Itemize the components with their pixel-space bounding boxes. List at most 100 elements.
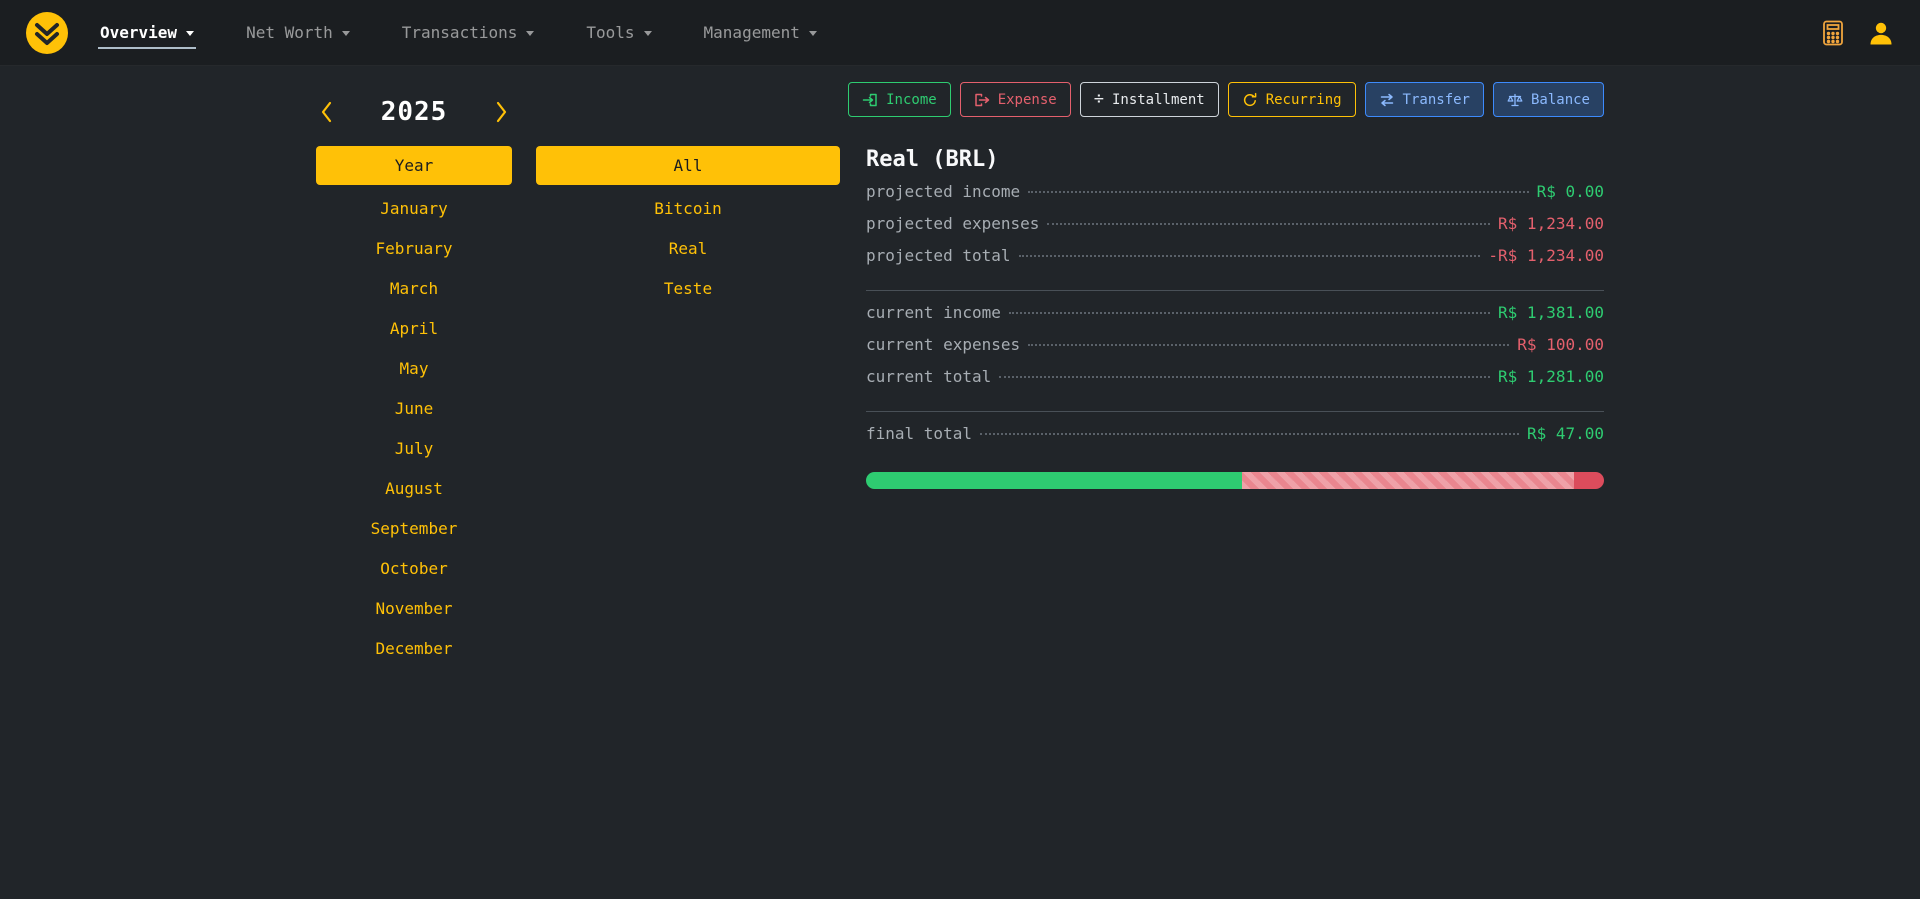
section-divider bbox=[866, 411, 1604, 412]
dot-leader bbox=[1019, 255, 1481, 257]
year-label: 2025 bbox=[381, 97, 448, 127]
row-value: R$ 1,234.00 bbox=[1498, 214, 1604, 233]
nav-management-label: Management bbox=[704, 23, 800, 42]
transaction-filter-row: Income Expense ÷ Installment Recurring bbox=[866, 82, 1604, 117]
period-selector: 2025 Year January February March April M… bbox=[316, 66, 512, 669]
row-value: R$ 1,381.00 bbox=[1498, 303, 1604, 322]
installment-filter-button[interactable]: ÷ Installment bbox=[1080, 82, 1219, 117]
month-december[interactable]: December bbox=[316, 629, 512, 669]
expense-filter-label: Expense bbox=[998, 92, 1057, 108]
row-label: projected expenses bbox=[866, 214, 1039, 233]
chevron-down-icon bbox=[526, 31, 534, 36]
current-income-row: current income R$ 1,381.00 bbox=[866, 303, 1604, 335]
prev-year-button[interactable] bbox=[318, 99, 335, 125]
month-may[interactable]: May bbox=[316, 349, 512, 389]
month-february[interactable]: February bbox=[316, 229, 512, 269]
nav-overview-label: Overview bbox=[100, 23, 177, 42]
projected-income-row: projected income R$ 0.00 bbox=[866, 182, 1604, 214]
month-september[interactable]: September bbox=[316, 509, 512, 549]
chevron-down-icon bbox=[644, 31, 652, 36]
next-year-button[interactable] bbox=[493, 99, 510, 125]
installment-filter-label: Installment bbox=[1112, 92, 1205, 108]
row-value: R$ 47.00 bbox=[1527, 424, 1604, 443]
summary-rows: projected income R$ 0.00 projected expen… bbox=[866, 182, 1604, 456]
projected-total-row: projected total -R$ 1,234.00 bbox=[866, 246, 1604, 278]
chevron-left-icon bbox=[320, 101, 333, 123]
row-label: projected total bbox=[866, 246, 1011, 265]
account-bitcoin[interactable]: Bitcoin bbox=[536, 189, 840, 229]
chevron-down-icon bbox=[186, 31, 194, 36]
nav-overview[interactable]: Overview bbox=[98, 17, 196, 49]
month-june[interactable]: June bbox=[316, 389, 512, 429]
balance-scale-icon bbox=[1507, 92, 1523, 108]
summary-title: Real (BRL) bbox=[866, 147, 1604, 172]
nav-net-worth[interactable]: Net Worth bbox=[244, 17, 352, 49]
budget-progress-bar bbox=[866, 472, 1604, 489]
dot-leader bbox=[1009, 312, 1490, 314]
nav-transactions-label: Transactions bbox=[402, 23, 518, 42]
row-value: R$ 0.00 bbox=[1537, 182, 1604, 201]
recurring-filter-button[interactable]: Recurring bbox=[1228, 82, 1356, 117]
dot-leader bbox=[1028, 191, 1528, 193]
month-august[interactable]: August bbox=[316, 469, 512, 509]
row-value: R$ 1,281.00 bbox=[1498, 367, 1604, 386]
nav-tools[interactable]: Tools bbox=[584, 17, 653, 49]
expense-filter-button[interactable]: Expense bbox=[960, 82, 1071, 117]
dot-leader bbox=[1028, 344, 1509, 346]
month-april[interactable]: April bbox=[316, 309, 512, 349]
account-list: Bitcoin Real Teste bbox=[536, 189, 840, 309]
year-button[interactable]: Year bbox=[316, 146, 512, 185]
nav-transactions[interactable]: Transactions bbox=[400, 17, 537, 49]
row-label: current total bbox=[866, 367, 991, 386]
account-selector: All Bitcoin Real Teste bbox=[536, 66, 840, 669]
transfer-filter-label: Transfer bbox=[1403, 92, 1470, 108]
month-march[interactable]: March bbox=[316, 269, 512, 309]
box-arrow-in-icon bbox=[862, 92, 878, 108]
section-divider bbox=[866, 290, 1604, 291]
month-november[interactable]: November bbox=[316, 589, 512, 629]
repeat-icon bbox=[1242, 92, 1258, 108]
division-icon: ÷ bbox=[1094, 91, 1104, 108]
dot-leader bbox=[999, 376, 1490, 378]
brand-logo[interactable] bbox=[26, 12, 68, 54]
balance-filter-button[interactable]: Balance bbox=[1493, 82, 1604, 117]
transfer-filter-button[interactable]: Transfer bbox=[1365, 82, 1484, 117]
balance-filter-label: Balance bbox=[1531, 92, 1590, 108]
projected-expenses-row: projected expenses R$ 1,234.00 bbox=[866, 214, 1604, 246]
double-chevron-down-logo bbox=[26, 12, 68, 54]
nav-net-worth-label: Net Worth bbox=[246, 23, 333, 42]
dot-leader bbox=[1047, 223, 1490, 225]
month-january[interactable]: January bbox=[316, 189, 512, 229]
account-teste[interactable]: Teste bbox=[536, 269, 840, 309]
calculator-icon[interactable] bbox=[1822, 20, 1844, 46]
income-filter-button[interactable]: Income bbox=[848, 82, 951, 117]
box-arrow-out-icon bbox=[974, 92, 990, 108]
top-navbar: Overview Net Worth Transactions Tools Ma… bbox=[0, 0, 1920, 66]
overview-page: 2025 Year January February March April M… bbox=[0, 66, 1920, 669]
all-accounts-button[interactable]: All bbox=[536, 146, 840, 185]
transfer-arrows-icon bbox=[1379, 92, 1395, 108]
month-july[interactable]: July bbox=[316, 429, 512, 469]
nav-tools-label: Tools bbox=[586, 23, 634, 42]
user-icon[interactable] bbox=[1868, 20, 1894, 46]
nav-management[interactable]: Management bbox=[702, 17, 819, 49]
dot-leader bbox=[980, 433, 1519, 435]
month-list: January February March April May June Ju… bbox=[316, 189, 512, 669]
month-october[interactable]: October bbox=[316, 549, 512, 589]
recurring-filter-label: Recurring bbox=[1266, 92, 1342, 108]
row-label: current expenses bbox=[866, 335, 1020, 354]
chevron-right-icon bbox=[495, 101, 508, 123]
final-total-row: final total R$ 47.00 bbox=[866, 424, 1604, 456]
progress-segment-green bbox=[866, 472, 1242, 489]
chevron-down-icon bbox=[342, 31, 350, 36]
progress-segment-solid-red bbox=[1574, 472, 1604, 489]
row-value: -R$ 1,234.00 bbox=[1488, 246, 1604, 265]
row-value: R$ 100.00 bbox=[1517, 335, 1604, 354]
row-label: final total bbox=[866, 424, 972, 443]
current-total-row: current total R$ 1,281.00 bbox=[866, 367, 1604, 399]
navbar-right-tools bbox=[1822, 20, 1894, 46]
main-navigation: Overview Net Worth Transactions Tools Ma… bbox=[98, 0, 867, 65]
row-label: current income bbox=[866, 303, 1001, 322]
account-real[interactable]: Real bbox=[536, 229, 840, 269]
summary-panel: Income Expense ÷ Installment Recurring bbox=[866, 66, 1604, 669]
